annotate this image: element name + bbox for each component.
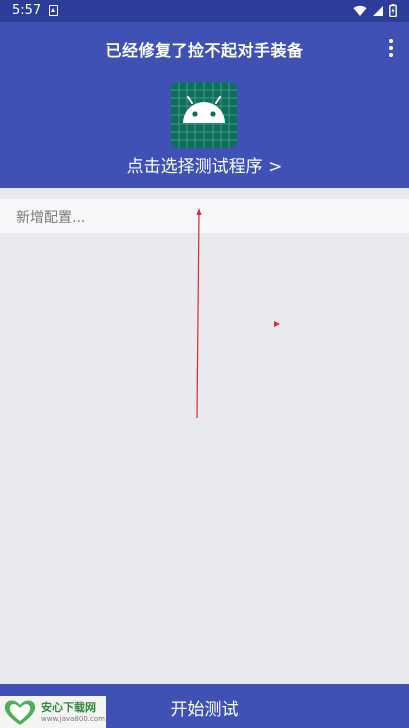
overflow-menu-icon[interactable]: [387, 39, 395, 57]
select-test-app-link[interactable]: 点击选择测试程序 >: [0, 152, 409, 177]
add-config-row[interactable]: 新增配置...: [0, 199, 409, 233]
watermark-url: www.java800.com: [41, 714, 105, 723]
wifi-icon: [353, 5, 367, 16]
status-bar: 5:57: [0, 0, 409, 22]
battery-charging-icon: [389, 4, 397, 17]
android-icon: [171, 82, 237, 148]
page-title: 已经修复了捡不起对手装备: [105, 41, 304, 60]
watermark-name: 安心下载网: [41, 700, 96, 714]
watermark: 安心下载网 www.java800.com: [0, 696, 106, 728]
swipe-trace-line: [196, 211, 200, 419]
notification-icon: [49, 5, 58, 16]
add-config-label: 新增配置...: [16, 210, 86, 226]
tap-marker-arrow: [274, 321, 280, 327]
android-app-icon[interactable]: [171, 82, 237, 148]
status-time: 5:57: [12, 3, 42, 18]
app-header: 已经修复了捡不起对手装备 点击选择测试程序 >: [0, 22, 409, 188]
heart-logo-icon: [4, 700, 36, 725]
cellular-signal-icon: [373, 5, 383, 16]
status-icons: [353, 4, 397, 17]
